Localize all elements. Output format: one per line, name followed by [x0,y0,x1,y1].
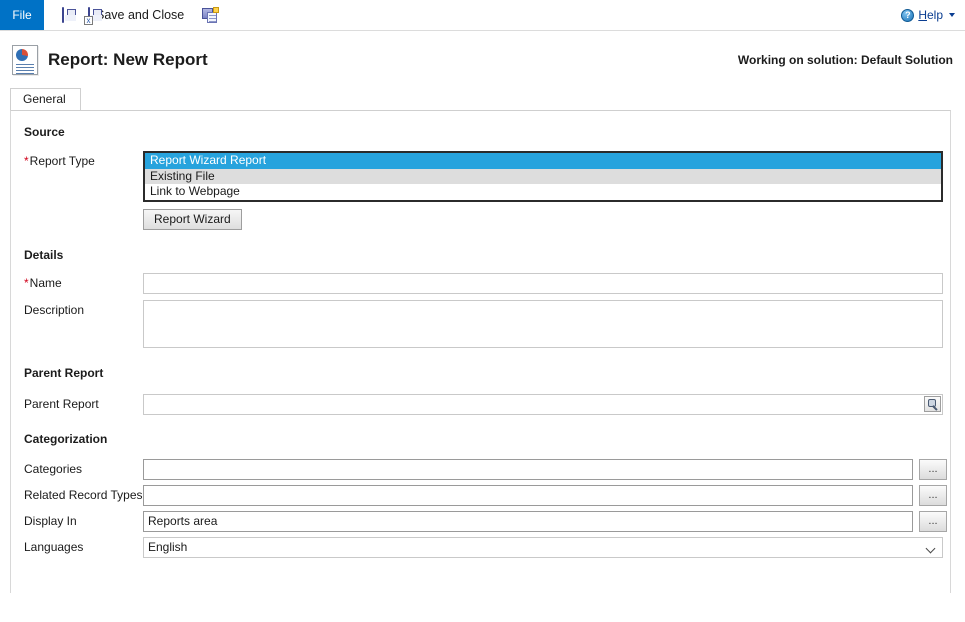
page-title: Report: New Report [48,50,208,69]
field-row-description: Description [11,299,950,348]
report-icon [12,45,38,75]
listbox-option-existing-file[interactable]: Existing File [145,168,941,184]
chevron-down-icon [949,13,955,17]
field-row-parent-report: Parent Report [11,393,950,415]
save-and-new-icon [202,6,220,23]
languages-label: Languages [24,539,84,554]
categories-input[interactable] [143,458,913,480]
languages-control: English [143,536,943,558]
display-in-input[interactable] [143,510,913,532]
help-button-label: Help [918,8,943,22]
save-and-close-button[interactable]: x Save and Close [84,6,188,25]
help-label-rest: elp [926,8,943,22]
parent-report-control [143,393,943,415]
display-in-label: Display In [24,513,77,528]
listbox-option-link-to-webpage[interactable]: Link to Webpage [145,184,941,200]
description-label: Description [24,302,85,317]
solution-context-label: Working on solution: Default Solution [737,53,953,67]
file-tab-label: File [12,8,32,22]
description-textarea[interactable] [143,299,943,348]
save-and-new-button[interactable] [198,6,228,25]
name-label: *Name [24,273,143,290]
field-row-languages: Languages English [11,536,950,558]
section-heading-parent-report: Parent Report [24,365,104,380]
related-record-types-browse-button[interactable]: ... [919,484,947,506]
lookup-icon[interactable] [924,395,941,412]
section-heading-categorization: Categorization [24,431,108,446]
related-record-types-input[interactable] [143,484,913,506]
report-type-label-text: Report Type [29,154,95,168]
categories-browse-button[interactable]: ... [919,458,947,480]
help-icon: ? [901,8,915,22]
parent-report-input[interactable] [143,393,943,415]
parent-report-label: Parent Report [24,396,99,411]
form-panel: Source *Report Type Report Wizard Report… [10,110,951,593]
field-row-related-record-types: Related Record Types ... [11,484,950,506]
report-type-label: *Report Type [24,151,143,168]
field-row-report-type: *Report Type Report Wizard Report Existi… [11,151,950,230]
report-type-listbox[interactable]: Report Wizard Report Existing File Link … [143,151,943,202]
field-row-display-in: Display In ... [11,510,950,532]
save-and-close-label: Save and Close [96,8,185,22]
report-type-control: Report Wizard Report Existing File Link … [143,151,943,230]
tab-strip: General [10,88,965,110]
section-heading-details: Details [24,247,64,262]
section-heading-source: Source [24,125,65,139]
save-button[interactable] [58,6,74,24]
report-wizard-button[interactable]: Report Wizard [143,208,242,230]
languages-select[interactable]: English [143,536,943,558]
file-tab[interactable]: File [0,0,44,30]
categories-label: Categories [24,461,83,476]
save-icon [62,7,64,23]
name-label-text: Name [29,275,62,290]
listbox-option-report-wizard-report[interactable]: Report Wizard Report [145,153,941,169]
related-record-types-label: Related Record Types [24,487,143,502]
field-row-name: *Name [11,272,950,294]
help-accesskey: H [918,8,927,22]
display-in-browse-button[interactable]: ... [919,510,947,532]
command-bar: File x Save and Close ? Help [0,0,965,31]
tab-general-label: General [23,92,66,106]
name-input[interactable] [143,272,943,294]
field-row-categories: Categories ... [11,458,950,480]
help-button[interactable]: ? Help [901,0,955,30]
required-asterisk: * [24,275,29,290]
save-and-close-icon: x [84,7,93,25]
tab-general[interactable]: General [10,88,81,110]
command-bar-items: x Save and Close [44,0,228,30]
required-asterisk: * [24,154,29,168]
title-band: Report: New Report Working on solution: … [0,31,965,89]
